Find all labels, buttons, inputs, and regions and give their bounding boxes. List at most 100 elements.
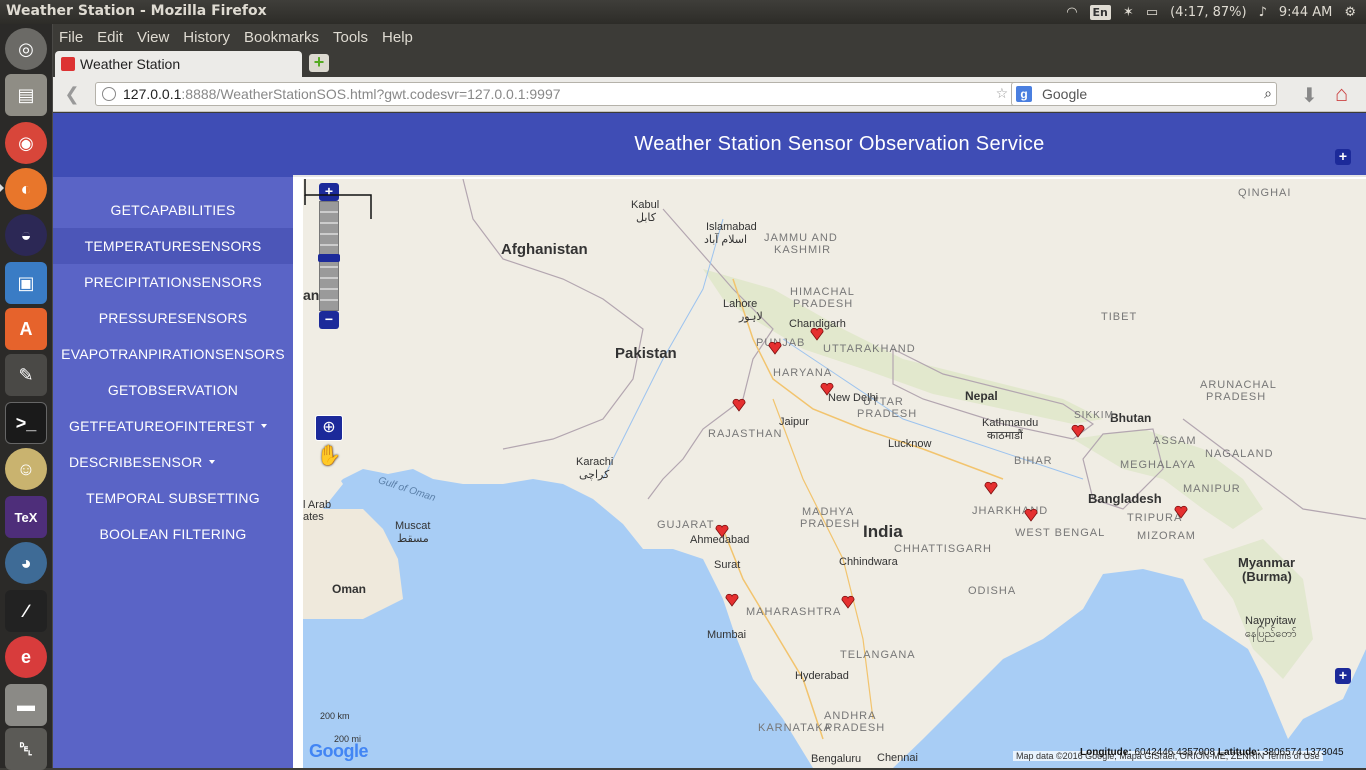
terminal-icon[interactable]: >_ xyxy=(5,402,47,444)
nav-boolean-filtering[interactable]: BOOLEAN FILTERING xyxy=(53,516,293,552)
map-state-haryana: HARYANA xyxy=(773,367,833,379)
text-editor-icon[interactable]: ✎ xyxy=(5,354,47,396)
google-logo-text: Google xyxy=(309,741,369,761)
app-e-icon[interactable]: e xyxy=(5,636,47,678)
map-city-surat: Surat xyxy=(714,559,741,571)
nav-temporal-subsetting[interactable]: TEMPORAL SUBSETTING xyxy=(53,480,293,516)
menu-help[interactable]: Help xyxy=(382,29,413,46)
sensor-marker[interactable] xyxy=(715,524,729,538)
menu-file[interactable]: File xyxy=(59,29,83,46)
bluetooth-icon[interactable]: ✶ xyxy=(1123,5,1134,20)
sensor-marker[interactable] xyxy=(732,398,746,412)
nav-getfeatureofinterest[interactable]: GETFEATUREOFINTEREST xyxy=(53,408,293,444)
files-icon[interactable]: ▤ xyxy=(5,74,47,116)
map-label-afghanistan: Afghanistan xyxy=(501,241,588,258)
sensor-marker[interactable] xyxy=(1174,505,1188,519)
download-icon[interactable]: ⬇ xyxy=(1301,83,1318,108)
map-city-karachi: Karachi xyxy=(576,456,614,468)
zoom-slider-thumb[interactable] xyxy=(318,254,340,262)
map-city-muscat: Muscat xyxy=(395,520,431,532)
map-label-partial-ates: ates xyxy=(303,511,324,523)
expand-plus-button[interactable]: + xyxy=(1335,149,1351,165)
menu-bookmarks[interactable]: Bookmarks xyxy=(244,29,319,46)
home-icon[interactable]: ⌂ xyxy=(1335,81,1348,107)
favicon-icon xyxy=(61,57,75,71)
wifi-icon[interactable]: ◠ xyxy=(1066,5,1077,20)
map-state-kashmir: KASHMIR xyxy=(774,244,832,256)
search-icon[interactable]: ⌕ xyxy=(1264,85,1272,102)
map-city-muscat-native: مسقط xyxy=(397,533,429,545)
map-state-pradesh-3: PRADESH xyxy=(1206,391,1267,403)
software-center-icon[interactable]: A xyxy=(5,308,47,350)
power-gear-icon[interactable]: ⚙ xyxy=(1344,5,1356,20)
map-label-partial-an: an xyxy=(303,287,320,303)
search-bar[interactable]: g Google ⌕ xyxy=(1011,82,1277,106)
sensor-marker[interactable] xyxy=(1024,508,1038,522)
firefox-icon[interactable]: ◐ xyxy=(5,168,47,210)
zoom-out-button[interactable]: − xyxy=(319,311,339,329)
tab-title: Weather Station xyxy=(80,56,181,72)
menu-tools[interactable]: Tools xyxy=(333,29,368,46)
url-rest: :8888/WeatherStationSOS.html?gwt.codesvr… xyxy=(181,86,561,102)
document-viewer-icon[interactable]: ▣ xyxy=(5,262,47,304)
clock[interactable]: 9:44 AM xyxy=(1279,5,1332,20)
eclipse-icon[interactable]: ◒ xyxy=(5,214,47,256)
sensor-marker[interactable] xyxy=(841,595,855,609)
pan-hand-tool-icon[interactable]: ✋ xyxy=(315,443,343,469)
active-app-indicator xyxy=(0,184,4,192)
drive-icon[interactable]: ▬ xyxy=(5,684,47,726)
battery-icon[interactable]: ▭ xyxy=(1146,5,1158,20)
nav-getcapabilities[interactable]: GETCAPABILITIES xyxy=(53,192,293,228)
nav-precipitationsensors[interactable]: PRECIPITATIONSENSORS xyxy=(53,264,293,300)
map-label-burma: (Burma) xyxy=(1242,569,1292,584)
battery-status[interactable]: (4:17, 87%) xyxy=(1170,5,1247,20)
nav-temperaturesensors[interactable]: TEMPERATURESENSORS xyxy=(53,228,293,264)
map-state-telangana: TELANGANA xyxy=(840,649,916,661)
sensor-marker[interactable] xyxy=(1071,424,1085,438)
sidebar: GETCAPABILITIES TEMPERATURESENSORS PRECI… xyxy=(53,113,293,768)
pidgin-icon[interactable]: ☺ xyxy=(5,448,47,490)
menu-view[interactable]: View xyxy=(137,29,169,46)
menu-history[interactable]: History xyxy=(183,29,230,46)
sensor-marker[interactable] xyxy=(820,382,834,396)
sensor-marker[interactable] xyxy=(768,341,782,355)
firefox-menubar: File Edit View History Bookmarks Tools H… xyxy=(53,24,1366,50)
map-state-rajasthan: RAJASTHAN xyxy=(708,428,783,440)
map-view[interactable]: Afghanistan Pakistan India Nepal Bhutan … xyxy=(303,179,1366,768)
new-tab-button[interactable]: + xyxy=(309,53,329,72)
map-city-kathmandu-native: काठमाडौं xyxy=(987,430,1023,442)
layer-switcher-plus-button[interactable]: + xyxy=(1335,668,1351,684)
firefox-tabbar: Weather Station + xyxy=(53,50,1366,77)
back-button[interactable]: ❮ xyxy=(61,83,83,105)
map-state-pradesh-1: PRADESH xyxy=(793,298,854,310)
trash-icon[interactable]: ␡ xyxy=(5,728,47,770)
postgresql-icon[interactable]: ◕ xyxy=(5,542,47,584)
nav-describesensor-label: DESCRIBESENSOR xyxy=(69,454,203,470)
zoom-box-tool-icon[interactable]: ⊕ xyxy=(315,415,343,441)
sensor-marker[interactable] xyxy=(984,481,998,495)
url-bar[interactable]: 127.0.0.1:8888/WeatherStationSOS.html?gw… xyxy=(95,82,1050,106)
menu-edit[interactable]: Edit xyxy=(97,29,123,46)
ubuntu-dash-icon[interactable]: ◎ xyxy=(5,28,47,70)
chrome-icon[interactable]: ◉ xyxy=(5,122,47,164)
sensor-marker[interactable] xyxy=(810,327,824,341)
pen-tool-icon[interactable]: ∕ xyxy=(5,590,47,632)
texmaker-icon[interactable]: TeX xyxy=(5,496,47,538)
firefox-navbar: ❮ 127.0.0.1:8888/WeatherStationSOS.html?… xyxy=(53,77,1366,112)
nav-evapotranpirationsensors[interactable]: EVAPOTRANPIRATIONSENSORS xyxy=(53,336,293,372)
nav-pressuresensors[interactable]: PRESSURESENSORS xyxy=(53,300,293,336)
nav-getobservation[interactable]: GETOBSERVATION xyxy=(53,372,293,408)
map-state-madhya: MADHYA xyxy=(802,506,855,518)
keyboard-layout-indicator[interactable]: En xyxy=(1089,4,1111,20)
map-state-uttarakhand: UTTARAKHAND xyxy=(823,343,916,355)
sensor-marker[interactable] xyxy=(725,593,739,607)
bookmark-star-icon[interactable]: ☆ xyxy=(996,85,1009,102)
volume-icon[interactable]: ♪ xyxy=(1259,5,1267,20)
map-state-chhattisgarh: CHHATTISGARH xyxy=(894,543,992,555)
tab-weather-station[interactable]: Weather Station xyxy=(55,51,302,77)
google-engine-icon[interactable]: g xyxy=(1016,86,1032,102)
nav-describesensor[interactable]: DESCRIBESENSOR xyxy=(53,444,293,480)
map-state-meghalaya: MEGHALAYA xyxy=(1120,459,1196,471)
map-city-naypyitaw: Naypyitaw xyxy=(1245,615,1296,627)
map-state-qinghai: QINGHAI xyxy=(1238,187,1292,199)
